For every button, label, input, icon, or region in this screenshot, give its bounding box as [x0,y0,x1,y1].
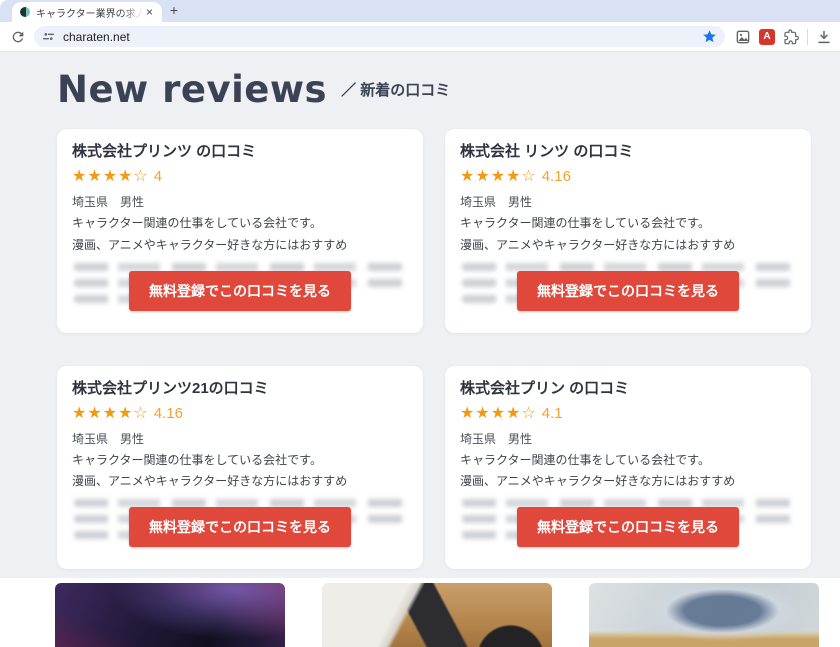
view-review-button[interactable]: 無料登録でこの口コミを見る [129,507,351,547]
rating-row: ★★★★☆ 4.1 [460,403,796,423]
rating-row: ★★★★☆ 4.16 [460,166,796,186]
page-title: New reviews [57,68,327,111]
browser-tab[interactable]: キャラクター業界の求人・転職な × [12,2,162,22]
tab-strip: キャラクター業界の求人・転職な × + [0,0,840,22]
bookmark-star-icon[interactable] [702,29,717,44]
image-icon[interactable] [735,29,751,45]
blurred-text-line [74,499,406,507]
review-card-grid: 株式会社プリンツ の口コミ ★★★★☆ 4 埼玉県 男性 キャラクター関連の仕事… [57,129,811,569]
company-name: 株式会社 リンツ の口コミ [460,140,796,161]
rating-value: 4.16 [542,168,571,185]
blurred-text-line [462,499,794,507]
new-tab-button[interactable]: + [166,3,182,19]
toolbar-actions: A [735,29,832,45]
review-text-line: 漫画、アニメやキャラクター好きな方にはおすすめ [460,237,796,254]
site-info-icon[interactable] [42,30,55,43]
photo-laptop-desk[interactable] [322,583,552,647]
blurred-review-text: 無料登録でこの口コミを見る [460,263,796,319]
star-rating-icons: ★★★★☆ [460,166,537,186]
review-text-line: キャラクター関連の仕事をしている会社です。 [72,452,408,469]
download-icon[interactable] [816,29,832,45]
photo-audio-equipment[interactable] [55,583,285,647]
reviews-section: New reviews ／ 新着の口コミ 株式会社プリンツ の口コミ ★★★★☆… [0,52,840,578]
star-rating-icons: ★★★★☆ [460,403,537,423]
extensions-puzzle-icon[interactable] [783,29,799,45]
review-text-line: キャラクター関連の仕事をしている会社です。 [460,215,796,232]
reviewer-meta: 埼玉県 男性 [460,430,796,447]
company-name: 株式会社プリンツ21の口コミ [72,377,408,398]
pdf-extension-icon[interactable]: A [759,29,775,45]
blurred-review-text: 無料登録でこの口コミを見る [460,499,796,555]
star-rating-icons: ★★★★☆ [72,166,149,186]
review-card: 株式会社 リンツ の口コミ ★★★★☆ 4.16 埼玉県 男性 キャラクター関連… [445,129,811,333]
rating-row: ★★★★☆ 4.16 [72,403,408,423]
toolbar-divider [807,29,808,45]
reviewer-meta: 埼玉県 男性 [460,193,796,210]
url-text[interactable]: charaten.net [63,30,702,44]
section-header: New reviews ／ 新着の口コミ [57,68,811,111]
tab-close-icon[interactable]: × [143,5,156,19]
tab-title: キャラクター業界の求人・転職な [36,5,143,20]
rating-value: 4.1 [542,405,563,422]
reload-icon[interactable] [10,29,26,45]
review-text-line: キャラクター関連の仕事をしている会社です。 [72,215,408,232]
blurred-review-text: 無料登録でこの口コミを見る [72,263,408,319]
address-bar[interactable]: charaten.net [34,26,725,47]
review-text-line: 漫画、アニメやキャラクター好きな方にはおすすめ [72,473,408,490]
rating-row: ★★★★☆ 4 [72,166,408,186]
review-card: 株式会社プリンツ の口コミ ★★★★☆ 4 埼玉県 男性 キャラクター関連の仕事… [57,129,423,333]
reviewer-meta: 埼玉県 男性 [72,430,408,447]
browser-toolbar: charaten.net A [0,22,840,52]
review-card: 株式会社プリンツ21の口コミ ★★★★☆ 4.16 埼玉県 男性 キャラクター関… [57,366,423,570]
rating-value: 4 [154,168,162,185]
blurred-text-line [74,263,406,271]
view-review-button[interactable]: 無料登録でこの口コミを見る [517,507,739,547]
view-review-button[interactable]: 無料登録でこの口コミを見る [517,271,739,311]
star-rating-icons: ★★★★☆ [72,403,149,423]
blurred-text-line [462,263,794,271]
review-text-line: 漫画、アニメやキャラクター好きな方にはおすすめ [72,237,408,254]
site-favicon-icon [20,7,30,17]
review-card: 株式会社プリン の口コミ ★★★★☆ 4.1 埼玉県 男性 キャラクター関連の仕… [445,366,811,570]
company-name: 株式会社プリンツ の口コミ [72,140,408,161]
reviewer-meta: 埼玉県 男性 [72,193,408,210]
rating-value: 4.16 [154,405,183,422]
view-review-button[interactable]: 無料登録でこの口コミを見る [129,271,351,311]
company-name: 株式会社プリン の口コミ [460,377,796,398]
review-text-line: 漫画、アニメやキャラクター好きな方にはおすすめ [460,473,796,490]
photo-row [0,583,840,647]
photo-woodworking[interactable] [589,583,819,647]
page-subtitle: ／ 新着の口コミ [341,79,450,100]
review-text-line: キャラクター関連の仕事をしている会社です。 [460,452,796,469]
blurred-review-text: 無料登録でこの口コミを見る [72,499,408,555]
